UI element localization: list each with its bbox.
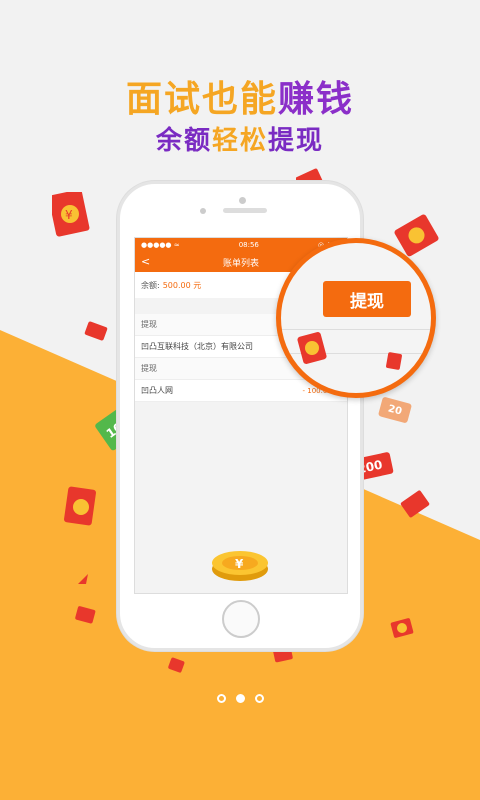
red-envelope-icon (400, 490, 430, 518)
subtitle-part1: 余额 (155, 126, 212, 156)
list-item-label: 凹凸互联科技（北京）有限公司 (141, 342, 253, 351)
red-envelope-icon (64, 486, 96, 526)
list-item-label: 凹凸人网 (141, 386, 173, 395)
app-stage: 面试也能赚钱 余额轻松提现 ¥ 100 200 20 ●●●●● ≈ 08:56… (0, 0, 480, 800)
withdraw-button[interactable]: 提现 (323, 281, 411, 317)
headline-part1: 面试也能 (125, 79, 278, 120)
red-envelope-icon (390, 618, 414, 638)
gold-coin-icon: ¥ (212, 551, 268, 581)
list-item-label: 提现 (141, 320, 157, 329)
page-dot[interactable] (216, 694, 226, 703)
pagination-dots (0, 694, 480, 703)
page-dot[interactable] (254, 694, 264, 703)
list-item-label: 提现 (141, 364, 157, 373)
subtitle-part3: 提现 (268, 126, 325, 156)
balance-amount: 500.00 元 (162, 280, 202, 290)
red-envelope-icon (297, 332, 327, 364)
triangle-icon (78, 574, 88, 584)
status-time: 08:56 (238, 241, 259, 249)
nav-title: 账单列表 (222, 258, 259, 269)
red-envelope-icon (84, 321, 108, 341)
balance-label: 余额: (141, 280, 160, 290)
red-envelope-icon (386, 352, 402, 370)
page-dot-active[interactable] (235, 694, 245, 703)
home-button[interactable] (222, 600, 260, 638)
headline-title: 面试也能赚钱 (0, 70, 480, 122)
phone-speaker (223, 208, 267, 213)
back-button[interactable]: < (141, 255, 150, 268)
red-envelope-icon (168, 657, 185, 673)
headline-subtitle: 余额轻松提现 (0, 120, 480, 157)
coin-symbol: ¥ (235, 557, 244, 571)
red-envelope-icon (75, 606, 96, 624)
phone-sensor (200, 208, 206, 214)
red-envelope-icon: ¥ (52, 192, 90, 237)
subtitle-part2: 轻松 (211, 126, 268, 156)
signal-indicator: ●●●●● ≈ (141, 241, 180, 249)
divider (281, 329, 431, 330)
magnifier-content: 提现 (281, 243, 431, 393)
phone-camera (239, 197, 246, 204)
magnifier-callout: 提现 (276, 238, 436, 398)
svg-text:¥: ¥ (65, 208, 73, 222)
headline-part2: 赚钱 (278, 79, 355, 120)
